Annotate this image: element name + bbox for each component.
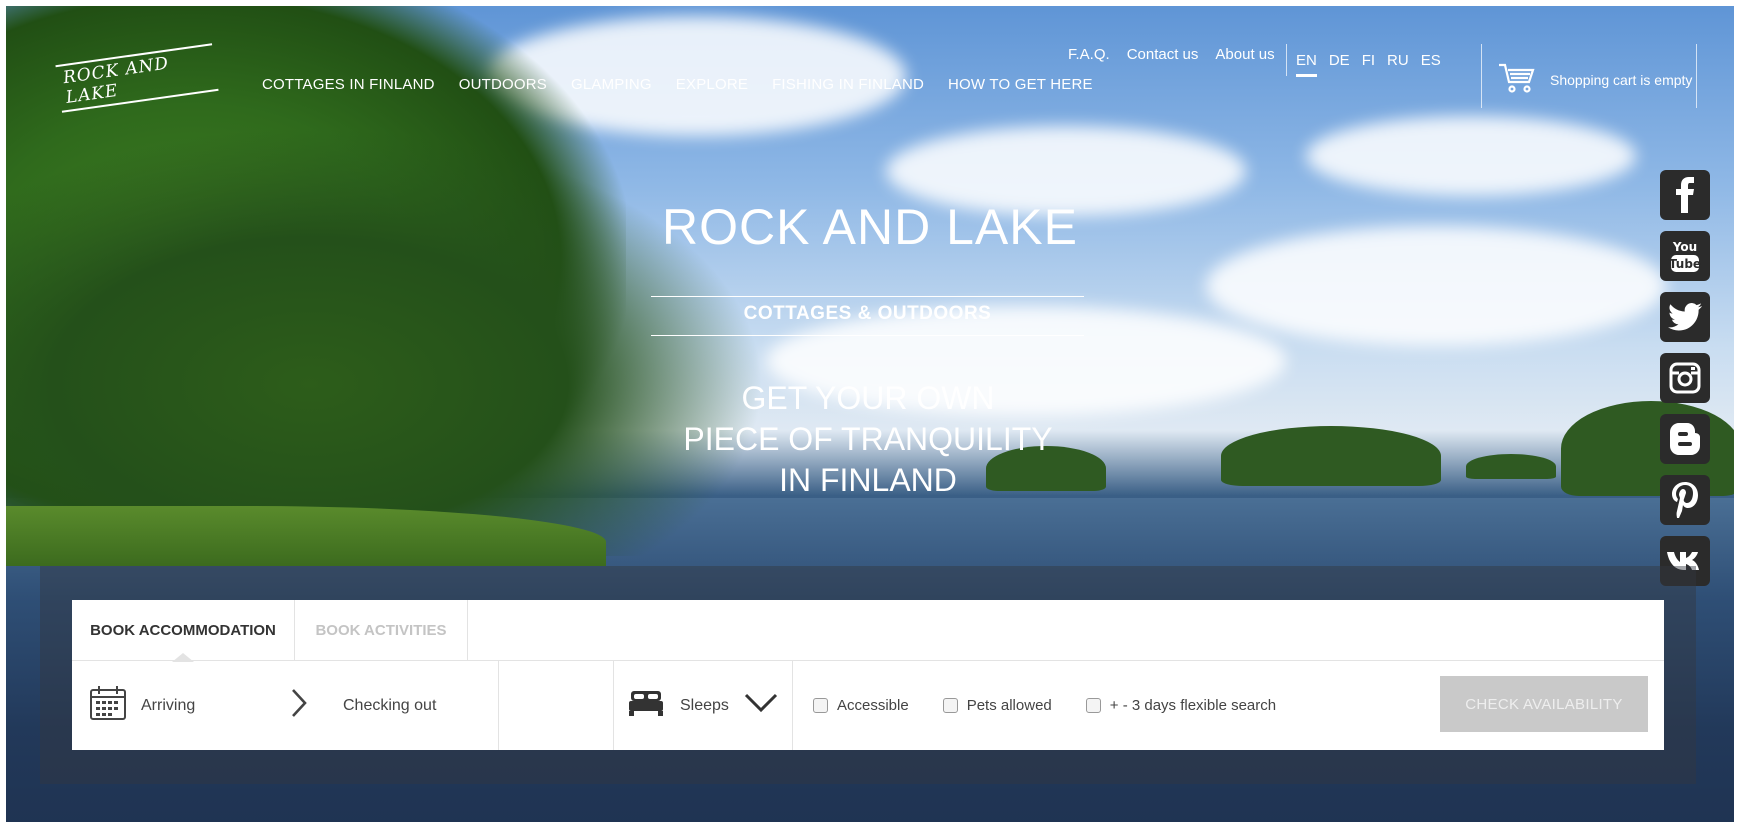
divider (1286, 44, 1287, 76)
twitter-icon[interactable] (1660, 292, 1710, 342)
lang-en[interactable]: EN (1296, 52, 1317, 77)
pinterest-icon[interactable] (1660, 475, 1710, 525)
nav-glamping[interactable]: GLAMPING (571, 76, 652, 93)
tab-book-activities[interactable]: BOOK ACTIVITIES (295, 600, 468, 661)
tab-label: BOOK ACCOMMODATION (90, 622, 276, 639)
link-about[interactable]: About us (1215, 46, 1274, 63)
booking-tabs: BOOK ACCOMMODATION BOOK ACTIVITIES (72, 600, 1664, 662)
svg-text:Tube: Tube (1669, 257, 1701, 271)
divider (1696, 44, 1697, 108)
shopping-cart[interactable]: Shopping cart is empty (1498, 62, 1692, 97)
logo-text: ROCK AND LAKE (55, 43, 219, 113)
accessible-checkbox[interactable]: Accessible (813, 697, 909, 714)
language-switcher: EN DE FI RU ES (1296, 52, 1441, 77)
link-contact[interactable]: Contact us (1127, 46, 1199, 63)
cart-icon (1498, 62, 1536, 97)
nav-cottages[interactable]: COTTAGES IN FINLAND (262, 76, 435, 93)
booking-panel: BOOK ACCOMMODATION BOOK ACTIVITIES Arriv… (72, 600, 1664, 750)
island (1466, 454, 1556, 479)
checkbox-label: Pets allowed (966, 697, 1052, 714)
hero-tagline: GET YOUR OWN PIECE OF TRANQUILITY IN FIN… (600, 378, 1136, 501)
hero-subtitle: COTTAGES & OUTDOORS (743, 303, 992, 324)
facebook-icon[interactable] (1660, 170, 1710, 220)
sleeps-label: Sleeps (680, 696, 729, 714)
flexible-search-checkbox[interactable]: + - 3 days flexible search (1085, 697, 1277, 714)
divider (1481, 44, 1482, 108)
checkbox-label: Accessible (837, 697, 909, 714)
social-links: You Tube (1660, 170, 1710, 586)
calendar-icon (89, 685, 127, 726)
svg-text:You: You (1672, 240, 1697, 254)
divider (651, 335, 1084, 336)
checking-out-field[interactable]: Checking out (343, 697, 436, 715)
hero-title: ROCK AND LAKE (662, 199, 1078, 255)
cloud (1306, 116, 1636, 196)
instagram-icon[interactable] (1660, 353, 1710, 403)
tab-label: BOOK ACTIVITIES (315, 622, 447, 639)
divider (651, 296, 1084, 297)
date-range-picker[interactable]: Arriving Checking out (72, 661, 499, 750)
chevron-down-icon (744, 692, 778, 719)
lang-es[interactable]: ES (1421, 52, 1441, 77)
main-nav: COTTAGES IN FINLAND OUTDOORS GLAMPING EX… (262, 76, 1093, 93)
cloud (1206, 226, 1666, 346)
nav-fishing[interactable]: FISHING IN FINLAND (772, 76, 924, 93)
arriving-field[interactable]: Arriving (141, 697, 289, 715)
sleeps-select[interactable]: Sleeps (614, 661, 793, 750)
tab-book-accommodation[interactable]: BOOK ACCOMMODATION (72, 600, 295, 662)
lang-de[interactable]: DE (1329, 52, 1350, 77)
bed-icon (628, 688, 664, 723)
chevron-right-icon (289, 687, 309, 724)
blogger-icon[interactable] (1660, 414, 1710, 464)
nav-outdoors[interactable]: OUTDOORS (459, 76, 547, 93)
checkbox-box[interactable] (813, 698, 828, 713)
lang-ru[interactable]: RU (1387, 52, 1409, 77)
lang-fi[interactable]: FI (1362, 52, 1375, 77)
empty-cell (499, 661, 614, 750)
check-availability-button[interactable]: CHECK AVAILABILITY (1440, 676, 1648, 732)
nav-how-to-get-here[interactable]: HOW TO GET HERE (948, 76, 1093, 93)
checkbox-box[interactable] (942, 698, 958, 713)
tagline-line: GET YOUR OWN (741, 380, 995, 416)
site-logo[interactable]: ROCK AND LAKE (55, 43, 219, 113)
link-faq[interactable]: F.A.Q. (1068, 46, 1110, 63)
island (1221, 426, 1441, 486)
tagline-line: PIECE OF TRANQUILITY (683, 421, 1053, 457)
nav-explore[interactable]: EXPLORE (676, 76, 748, 93)
checkbox-box[interactable] (1085, 698, 1101, 713)
pets-allowed-checkbox[interactable]: Pets allowed (942, 697, 1052, 714)
youtube-icon[interactable]: You Tube (1660, 231, 1710, 281)
checkbox-label: + - 3 days flexible search (1109, 697, 1277, 714)
top-links: F.A.Q. Contact us About us (1068, 46, 1275, 63)
booking-fields: Arriving Checking out Sleeps Accessible (72, 661, 1664, 750)
tagline-line: IN FINLAND (779, 462, 957, 498)
cart-label: Shopping cart is empty (1550, 71, 1693, 88)
